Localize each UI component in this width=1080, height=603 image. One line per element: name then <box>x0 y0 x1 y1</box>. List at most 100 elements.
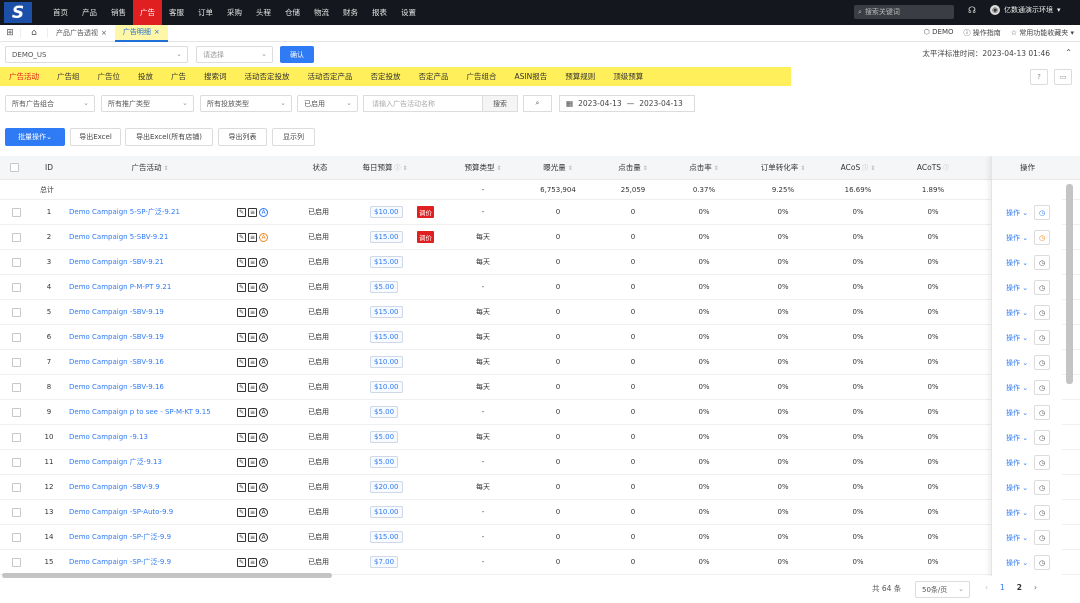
nav-item[interactable]: 广告 <box>133 0 162 25</box>
nav-item[interactable]: 订单 <box>191 0 220 25</box>
row-checkbox[interactable] <box>12 232 21 242</box>
row-checkbox[interactable] <box>12 257 21 267</box>
horizontal-scrollbar[interactable] <box>2 573 332 578</box>
clock-icon[interactable]: ◷ <box>1034 555 1051 570</box>
col-campaign[interactable]: 广告活动 ⇕ <box>100 156 200 180</box>
operation-dropdown[interactable]: 操作 ⌄ <box>1006 458 1028 468</box>
auto-rule-icon[interactable]: A <box>259 257 268 267</box>
export-excel-button[interactable]: 导出Excel <box>70 128 121 146</box>
row-checkbox[interactable] <box>12 432 21 442</box>
auto-rule-icon[interactable]: A <box>259 332 268 342</box>
budget-value[interactable]: $15.00 <box>370 306 403 318</box>
subtab-item[interactable]: 广告位 <box>89 67 130 86</box>
operation-dropdown[interactable]: 操作 ⌄ <box>1006 383 1028 393</box>
shop-link[interactable]: ⬡ DEMO <box>924 28 954 38</box>
operation-dropdown[interactable]: 操作 ⌄ <box>1006 308 1028 318</box>
collapse-icon[interactable]: ⌃ <box>1065 48 1072 57</box>
col-budget[interactable]: 每日预算 ⓘ ⇕ <box>350 156 420 180</box>
row-checkbox[interactable] <box>12 207 21 217</box>
portfolio-select[interactable]: 所有广告组合 ⌄ <box>5 95 95 112</box>
row-checkbox[interactable] <box>12 457 21 467</box>
auto-rule-icon[interactable]: A <box>259 532 268 542</box>
col-acots[interactable]: ACoTS ⓘ <box>905 156 961 180</box>
document-icon[interactable]: ≡ <box>248 482 257 492</box>
date-range-picker[interactable]: ▦ 2023-04-13 — 2023-04-13 <box>559 95 695 112</box>
logo[interactable]: S <box>0 0 36 25</box>
auto-rule-icon[interactable]: A <box>259 507 268 517</box>
campaign-link[interactable]: Demo Campaign -SBV-9.16 <box>69 375 164 399</box>
subtab-item[interactable]: 广告 <box>162 67 195 86</box>
col-budget-type[interactable]: 预算类型 ⇕ <box>450 156 516 180</box>
document-icon[interactable]: ≡ <box>248 282 257 292</box>
batch-operation-button[interactable]: 批量操作 ⌄ <box>5 128 65 146</box>
edit-icon[interactable]: ✎ <box>237 432 246 442</box>
document-icon[interactable]: ≡ <box>248 532 257 542</box>
clock-icon[interactable]: ◷ <box>1034 530 1051 545</box>
clock-icon[interactable]: ◷ <box>1034 205 1051 220</box>
campaign-link[interactable]: Demo Campaign 广泛-9.13 <box>69 450 162 474</box>
home-icon[interactable]: ⌂ <box>20 28 48 38</box>
clock-icon[interactable]: ◷ <box>1034 305 1051 320</box>
advanced-search-button[interactable]: ⌕ <box>523 95 552 112</box>
vertical-scrollbar[interactable] <box>1066 184 1073 384</box>
headset-icon[interactable]: ☊ <box>968 6 976 16</box>
row-checkbox[interactable] <box>12 407 21 417</box>
auto-rule-icon[interactable]: A <box>259 207 268 217</box>
page-2[interactable]: 2 <box>1017 583 1022 592</box>
edit-icon[interactable]: ✎ <box>237 232 246 242</box>
edit-icon[interactable]: ✎ <box>237 507 246 517</box>
auto-rule-icon[interactable]: A <box>259 457 268 467</box>
col-ctr[interactable]: 点击率 ⇕ <box>676 156 732 180</box>
table-row[interactable]: 12 Demo Campaign -SBV-9.9 ✎ ≡ A 已启用 $20.00 每天 0 0… <box>0 475 1080 500</box>
tab-product-ad-perspective[interactable]: 产品广告透视 × <box>48 25 115 42</box>
subtab-item[interactable]: 广告组 <box>48 67 89 86</box>
document-icon[interactable]: ≡ <box>248 332 257 342</box>
row-checkbox[interactable] <box>12 507 21 517</box>
promo-type-select[interactable]: 所有推广类型 ⌄ <box>101 95 194 112</box>
table-row[interactable]: 6 Demo Campaign -SBV-9.19 ✎ ≡ A 已启用 $15.00 每天 0 0… <box>0 325 1080 350</box>
document-icon[interactable]: ≡ <box>248 257 257 267</box>
nav-item[interactable]: 采购 <box>220 0 249 25</box>
budget-value[interactable]: $15.00 <box>370 231 403 243</box>
edit-icon[interactable]: ✎ <box>237 382 246 392</box>
col-acos[interactable]: ACoS ⓘ ⇕ <box>830 156 886 180</box>
budget-value[interactable]: $15.00 <box>370 531 403 543</box>
edit-icon[interactable]: ✎ <box>237 357 246 367</box>
document-icon[interactable]: ≡ <box>248 307 257 317</box>
table-row[interactable]: 10 Demo Campaign -9.13 ✎ ≡ A 已启用 $5.00 每天 0 0 0% 0%… <box>0 425 1080 450</box>
edit-icon[interactable]: ✎ <box>237 282 246 292</box>
clock-icon[interactable]: ◷ <box>1034 405 1051 420</box>
document-icon[interactable]: ≡ <box>248 457 257 467</box>
show-columns-button[interactable]: 显示列 <box>272 128 315 146</box>
table-row[interactable]: 5 Demo Campaign -SBV-9.19 ✎ ≡ A 已启用 $15.00 每天 0 0… <box>0 300 1080 325</box>
budget-value[interactable]: $10.00 <box>370 356 403 368</box>
budget-value[interactable]: $10.00 <box>370 506 403 518</box>
col-clicks[interactable]: 点击量 ⇕ <box>605 156 661 180</box>
clock-icon[interactable]: ◷ <box>1034 380 1051 395</box>
clock-icon[interactable]: ◷ <box>1034 230 1051 245</box>
campaign-link[interactable]: Demo Campaign -SBV-9.21 <box>69 250 164 274</box>
subtab-item[interactable]: 广告组合 <box>458 67 506 86</box>
favorites-link[interactable]: ☆ 常用功能收藏夹 ▾ <box>1011 28 1074 38</box>
row-checkbox[interactable] <box>12 482 21 492</box>
operation-dropdown[interactable]: 操作 ⌄ <box>1006 233 1028 243</box>
subtab-item[interactable]: 否定投放 <box>362 67 410 86</box>
clock-icon[interactable]: ◷ <box>1034 430 1051 445</box>
clock-icon[interactable]: ◷ <box>1034 480 1051 495</box>
budget-value[interactable]: $15.00 <box>370 331 403 343</box>
campaign-link[interactable]: Demo Campaign -SBV-9.9 <box>69 475 159 499</box>
campaign-link[interactable]: Demo Campaign P-M-PT 9.21 <box>69 275 171 299</box>
nav-item[interactable]: 客服 <box>162 0 191 25</box>
nav-item[interactable]: 设置 <box>394 0 423 25</box>
campaign-link[interactable]: Demo Campaign 5-SP-广泛-9.21 <box>69 200 180 224</box>
subtab-item[interactable]: 活动否定产品 <box>299 67 362 86</box>
edit-icon[interactable]: ✎ <box>237 407 246 417</box>
nav-item[interactable]: 仓储 <box>278 0 307 25</box>
subtab-item[interactable]: 广告活动 <box>0 67 48 86</box>
budget-value[interactable]: $7.00 <box>370 556 399 568</box>
nav-item[interactable]: 报表 <box>365 0 394 25</box>
operation-dropdown[interactable]: 操作 ⌄ <box>1006 533 1028 543</box>
close-icon[interactable]: × <box>101 29 107 37</box>
status-select[interactable]: 已启用 ⌄ <box>297 95 358 112</box>
auto-rule-icon[interactable]: A <box>259 357 268 367</box>
